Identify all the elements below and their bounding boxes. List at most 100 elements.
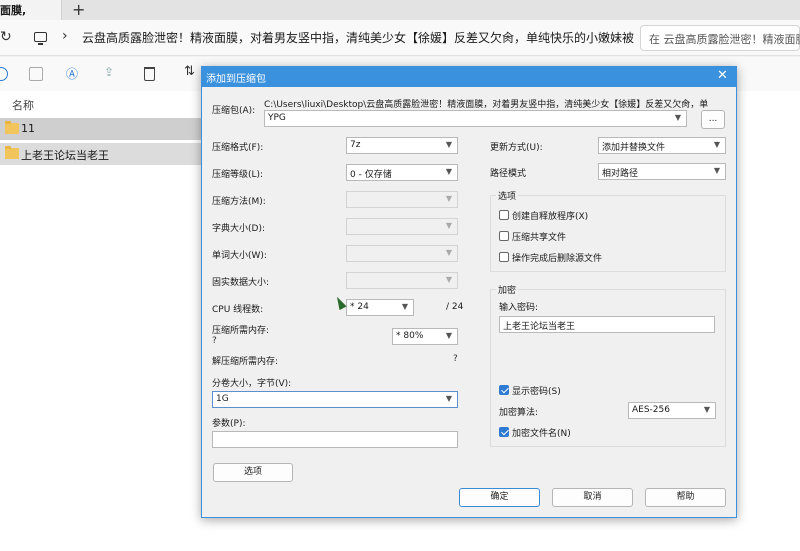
dialog-title-bar[interactable]: 添加到压缩包 ✕	[202, 67, 736, 87]
chevron-right-icon[interactable]: ›	[62, 28, 68, 44]
close-icon[interactable]: ✕	[717, 68, 728, 83]
search-input[interactable]: 在 云盘高质露脸泄密！精液面膜	[640, 25, 800, 51]
archive-name-combo[interactable]: YPG ▼	[264, 110, 687, 127]
encryption-group-title: 加密	[496, 283, 519, 296]
chevron-down-icon: ▼	[445, 275, 452, 284]
sfx-checkbox[interactable]	[499, 210, 509, 220]
cpu-threads-select[interactable]: * 24 ▼	[346, 299, 414, 316]
update-mode-select[interactable]: 添加并替换文件 ▼	[598, 137, 726, 154]
dict-size-select[interactable]: ▼	[346, 218, 458, 235]
new-tab-button[interactable]: +	[72, 0, 85, 19]
ok-button[interactable]: 确定	[459, 488, 540, 507]
archive-label: 压缩包(A):	[212, 106, 256, 116]
level-select[interactable]: 0 - 仅存储 ▼	[346, 164, 458, 181]
list-item[interactable]: 上老王论坛当老王	[0, 143, 205, 165]
list-item[interactable]: 11	[0, 118, 205, 140]
level-label: 压缩等级(L):	[212, 170, 264, 180]
address-bar: ↻ › 云盘高质露脸泄密！精液面膜，对着男友竖中指，清纯美少女【徐媛】反差又欠肏…	[0, 20, 800, 56]
rename-icon[interactable]: Ⓐ	[66, 65, 80, 81]
cancel-button[interactable]: 取消	[552, 488, 633, 507]
search-placeholder: 在 云盘高质露脸泄密！精液面膜	[649, 33, 800, 46]
chevron-down-icon: ▼	[445, 194, 452, 203]
memory-select[interactable]: * 80% ▼	[392, 328, 458, 345]
help-button[interactable]: 帮助	[645, 488, 726, 507]
breadcrumb[interactable]: 云盘高质露脸泄密！精液面膜，对着男友竖中指，清纯美少女【徐媛】反差又欠肏，单纯快…	[82, 29, 634, 46]
path-mode-select[interactable]: 相对路径 ▼	[598, 163, 726, 180]
cpu-threads-value: * 24	[350, 302, 369, 312]
path-mode-value: 相对路径	[602, 169, 639, 179]
close-tab-icon[interactable]: ✕	[0, 2, 9, 15]
delete-icon[interactable]	[144, 67, 155, 81]
refresh-icon[interactable]: ↻	[0, 29, 12, 45]
format-value: 7z	[350, 140, 361, 150]
list-item-label: 上老王论坛当老王	[21, 149, 109, 162]
sfx-label: 创建自释放程序(X)	[512, 212, 589, 222]
cut-icon[interactable]	[0, 67, 8, 81]
volume-value: 1G	[216, 394, 229, 404]
volume-combo[interactable]: 1G ▼	[212, 391, 458, 408]
chevron-down-icon: ▼	[445, 394, 452, 403]
encryption-method-select[interactable]: AES-256 ▼	[628, 402, 716, 419]
folder-icon	[5, 121, 19, 134]
browser-tab-bar: 面膜, ✕ +	[0, 0, 800, 20]
format-select[interactable]: 7z ▼	[346, 137, 458, 154]
word-size-label: 单词大小(W):	[212, 251, 267, 261]
mouse-cursor-icon	[333, 294, 347, 311]
shared-files-label: 压缩共享文件	[512, 233, 567, 243]
encryption-method-value: AES-256	[632, 405, 670, 415]
chevron-down-icon: ▼	[703, 405, 710, 414]
copy-icon[interactable]	[29, 67, 43, 81]
method-select[interactable]: ▼	[346, 191, 458, 208]
encrypt-names-checkbox[interactable]	[499, 427, 509, 437]
browse-button[interactable]: ...	[701, 110, 725, 129]
sort-icon[interactable]: ⇅	[184, 64, 198, 79]
delete-after-checkbox[interactable]	[499, 252, 509, 262]
computer-icon[interactable]	[34, 32, 47, 45]
chevron-down-icon: ▼	[445, 331, 452, 340]
chevron-down-icon: ▼	[445, 167, 452, 176]
solid-size-label: 固实数据大小:	[212, 278, 270, 288]
share-icon[interactable]: ⇪	[104, 65, 118, 79]
shared-files-checkbox[interactable]	[499, 231, 509, 241]
level-value: 0 - 仅存储	[350, 170, 392, 180]
password-value: 上老王论坛当老王	[503, 322, 576, 332]
path-mode-label: 路径模式	[490, 169, 527, 179]
password-input[interactable]: 上老王论坛当老王	[499, 316, 715, 333]
archive-name-value: YPG	[268, 113, 286, 123]
password-label: 输入密码:	[499, 303, 539, 313]
cpu-threads-label: CPU 线程数:	[212, 305, 264, 315]
cpu-threads-max: / 24	[446, 302, 464, 312]
add-to-archive-dialog: 添加到压缩包 ✕ 压缩包(A): C:\Users\liuxi\Desktop\…	[201, 66, 737, 518]
update-mode-label: 更新方式(U):	[490, 143, 543, 153]
volume-label: 分卷大小，字节(V):	[212, 379, 292, 389]
chevron-down-icon[interactable]: ▼	[675, 113, 681, 122]
folder-icon	[5, 146, 19, 159]
params-label: 参数(P):	[212, 419, 246, 429]
explorer-tab[interactable]: 面膜, ✕	[0, 0, 62, 20]
column-header-name[interactable]: 名称	[12, 97, 34, 113]
word-size-select[interactable]: ▼	[346, 245, 458, 262]
memory-value: * 80%	[396, 331, 424, 341]
chevron-down-icon: ▼	[713, 166, 720, 175]
format-label: 压缩格式(F):	[212, 143, 264, 153]
update-mode-value: 添加并替换文件	[602, 143, 666, 153]
chevron-down-icon: ▼	[445, 221, 452, 230]
encrypt-names-label: 加密文件名(N)	[512, 429, 571, 439]
list-item-label: 11	[21, 122, 35, 135]
method-label: 压缩方法(M):	[212, 197, 266, 207]
chevron-down-icon: ▼	[713, 140, 720, 149]
chevron-down-icon: ▼	[445, 248, 452, 257]
encryption-method-label: 加密算法:	[499, 408, 539, 418]
params-input[interactable]	[212, 431, 458, 448]
memory-compress-unknown: ?	[212, 336, 217, 346]
show-password-checkbox[interactable]	[499, 385, 509, 395]
options-button[interactable]: 选项	[213, 463, 293, 482]
archive-path: C:\Users\liuxi\Desktop\云盘高质露脸泄密！精液面膜，对着男…	[264, 100, 709, 110]
solid-size-select[interactable]: ▼	[346, 272, 458, 289]
show-password-label: 显示密码(S)	[512, 387, 561, 397]
chevron-down-icon: ▼	[401, 302, 408, 311]
options-group-title: 选项	[496, 189, 519, 202]
memory-decompress-label: 解压缩所需内存:	[212, 357, 279, 367]
chevron-down-icon: ▼	[445, 140, 452, 149]
dialog-title: 添加到压缩包	[206, 74, 266, 85]
